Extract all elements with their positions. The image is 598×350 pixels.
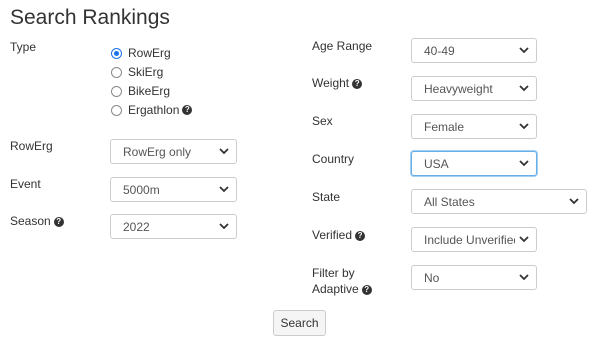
verified-label: Verified — [312, 228, 353, 242]
question-circle-icon[interactable]: ? — [53, 216, 64, 227]
rowerg-label: RowErg — [10, 139, 53, 153]
question-circle-icon[interactable]: ? — [352, 78, 363, 89]
verified-label-wrap: Verified? — [312, 228, 366, 242]
event-select-value: 5000m — [123, 182, 160, 197]
event-select[interactable]: 5000m — [110, 177, 237, 202]
chevron-down-icon — [515, 274, 533, 281]
radio-rowerg[interactable]: RowErg — [111, 46, 171, 60]
chevron-down-icon — [215, 148, 233, 155]
radio-rowerg-label: RowErg — [128, 46, 171, 60]
state-select-value: All States — [424, 194, 475, 209]
rowerg-select-value: RowErg only — [123, 144, 192, 159]
chevron-down-icon — [515, 123, 533, 130]
state-label: State — [312, 190, 341, 204]
radio-ergathlon-control[interactable] — [111, 104, 122, 116]
country-label: Country — [312, 152, 355, 166]
chevron-down-icon — [515, 47, 533, 54]
radio-bikeerg-control[interactable] — [111, 85, 122, 97]
age-range-select-value: 40-49 — [424, 43, 455, 58]
filter-adaptive-select[interactable]: No — [411, 265, 537, 290]
page-title: Search Rankings — [10, 6, 170, 29]
search-button[interactable]: Search — [273, 310, 326, 336]
chevron-down-icon — [215, 223, 233, 230]
country-select[interactable]: USA — [411, 151, 537, 176]
chevron-down-icon — [515, 160, 533, 167]
sex-select[interactable]: Female — [411, 114, 537, 139]
weight-label-wrap: Weight? — [312, 76, 363, 90]
question-circle-icon[interactable]: ? — [355, 230, 366, 241]
radio-skierg-label: SkiErg — [128, 65, 164, 79]
filter-adaptive-label-line2: Adaptive — [312, 282, 359, 296]
season-label-wrap: Season? — [10, 214, 64, 228]
filter-adaptive-label-wrap: Filter by Adaptive? — [312, 265, 372, 297]
age-range-label: Age Range — [312, 39, 373, 53]
weight-select[interactable]: Heavyweight — [411, 76, 537, 101]
radio-bikeerg[interactable]: BikeErg — [111, 84, 170, 98]
question-circle-icon[interactable]: ? — [182, 105, 193, 115]
chevron-down-icon — [515, 236, 533, 243]
chevron-down-icon — [515, 85, 533, 92]
radio-ergathlon-label: Ergathlon — [128, 103, 180, 117]
filter-adaptive-label-line1: Filter by — [312, 266, 355, 280]
verified-select[interactable]: Include Unverified — [411, 227, 537, 252]
chevron-down-icon — [215, 186, 233, 193]
season-select[interactable]: 2022 — [110, 214, 237, 239]
weight-select-value: Heavyweight — [424, 81, 493, 96]
country-select-value: USA — [424, 156, 449, 171]
radio-bikeerg-label: BikeErg — [128, 84, 171, 98]
rowerg-select[interactable]: RowErg only — [110, 139, 237, 164]
radio-rowerg-control[interactable] — [111, 47, 122, 59]
verified-select-value: Include Unverified — [424, 232, 515, 247]
event-label: Event — [10, 177, 41, 191]
type-label: Type — [10, 40, 37, 54]
season-select-value: 2022 — [123, 219, 150, 234]
age-range-select[interactable]: 40-49 — [411, 38, 537, 63]
radio-skierg[interactable]: SkiErg — [111, 65, 163, 79]
filter-adaptive-select-value: No — [424, 270, 440, 285]
sex-label: Sex — [312, 114, 333, 128]
sex-select-value: Female — [424, 119, 465, 134]
question-circle-icon[interactable]: ? — [361, 284, 372, 295]
radio-ergathlon[interactable]: Ergathlon ? — [111, 103, 193, 117]
weight-label: Weight — [312, 76, 350, 90]
season-label: Season — [10, 214, 51, 228]
state-select[interactable]: All States — [411, 189, 587, 214]
radio-skierg-control[interactable] — [111, 66, 122, 78]
chevron-down-icon — [565, 198, 583, 205]
